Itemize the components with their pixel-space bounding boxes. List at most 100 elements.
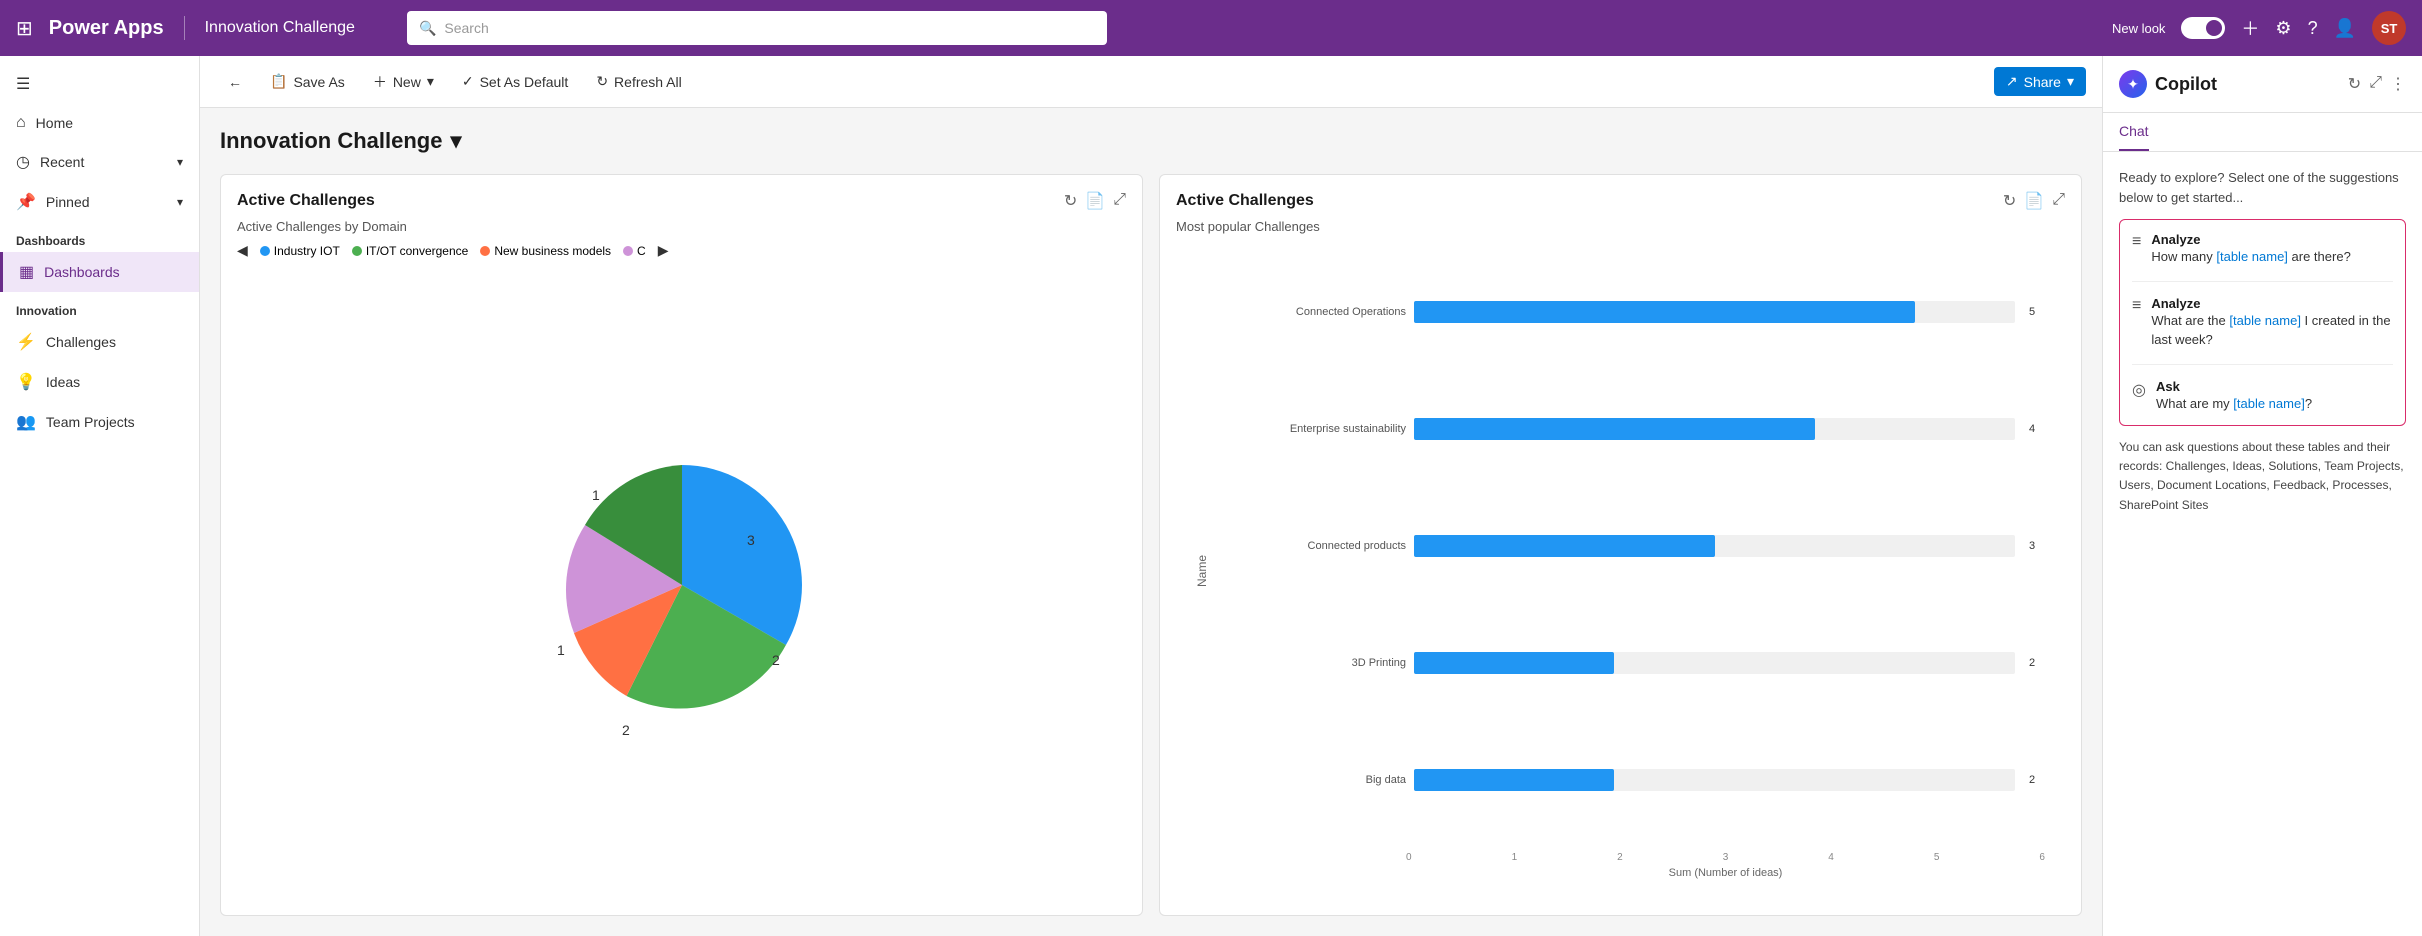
svg-text:3: 3 — [747, 532, 755, 548]
copilot-refresh-icon[interactable]: ↻ — [2348, 74, 2361, 94]
sidebar-item-dashboards[interactable]: ▦ Dashboards — [0, 252, 199, 292]
suggestion-link-1[interactable]: [table name] — [2229, 313, 2301, 328]
sidebar-home-label: Home — [36, 115, 73, 131]
bar-track-3 — [1414, 652, 2015, 674]
bar-fill-2 — [1414, 535, 1715, 557]
bar-value-3: 2 — [2029, 657, 2045, 669]
x-tick-2: 2 — [1617, 852, 1623, 863]
suggestion-title-1: Analyze — [2151, 296, 2393, 311]
suggestion-link-2[interactable]: [table name] — [2233, 396, 2305, 411]
legend-label-2: New business models — [494, 244, 611, 258]
pinned-chevron: ▾ — [177, 195, 183, 209]
suggestion-text-0: How many [table name] are there? — [2151, 247, 2393, 267]
legend-dot-3 — [623, 246, 633, 256]
legend-dot-0 — [260, 246, 270, 256]
dashboard-row: Active Challenges ↻ 📄 ⤢ Active Challenge… — [220, 174, 2082, 916]
back-icon: ← — [228, 74, 242, 90]
copilot-intro-text: Ready to explore? Select one of the sugg… — [2119, 168, 2406, 207]
save-as-button[interactable]: 📋 Save As — [258, 67, 357, 96]
sidebar-ideas-label: Ideas — [46, 374, 80, 390]
chart1-export-icon[interactable]: 📄 — [1085, 191, 1105, 211]
page-title-chevron[interactable]: ▾ — [450, 128, 461, 154]
grid-icon[interactable]: ⊞ — [16, 16, 33, 41]
sidebar-item-recent[interactable]: ◷ Recent ▾ — [0, 142, 199, 182]
nav-page-title: Innovation Challenge — [205, 19, 355, 37]
sidebar-item-challenges[interactable]: ⚡ Challenges — [0, 322, 199, 362]
main-layout: ☰ ⌂ Home ◷ Recent ▾ 📌 Pinned ▾ Dashboard… — [0, 56, 2422, 936]
svg-text:1: 1 — [557, 642, 565, 658]
plus-icon[interactable]: ＋ — [2241, 15, 2259, 41]
plus-new-icon: ＋ — [373, 72, 387, 92]
new-button[interactable]: ＋ New ▾ — [361, 66, 446, 98]
set-as-default-button[interactable]: ✓ Set As Default — [450, 67, 580, 96]
copilot-menu-icon[interactable]: ⋮ — [2390, 74, 2406, 94]
sidebar-collapse[interactable]: ☰ — [0, 64, 199, 104]
suggestion-1: ≡ Analyze What are the [table name] I cr… — [2132, 296, 2393, 350]
suggestion-text-1: What are the [table name] I created in t… — [2151, 311, 2393, 350]
ideas-icon: 💡 — [16, 372, 36, 392]
chart2-expand-icon[interactable]: ⤢ — [2052, 191, 2065, 211]
chart2-title: Active Challenges — [1176, 192, 1314, 210]
x-tick-6: 6 — [2039, 852, 2045, 863]
legend-label-0: Industry IOT — [274, 244, 340, 258]
sidebar-team-projects-label: Team Projects — [46, 414, 135, 430]
suggestion-link-0[interactable]: [table name] — [2216, 249, 2288, 264]
chart1-expand-icon[interactable]: ⤢ — [1113, 191, 1126, 211]
legend-prev-btn[interactable]: ◀ — [237, 242, 248, 259]
chart2-export-icon[interactable]: 📄 — [2024, 191, 2044, 211]
pie-container: 3 2 2 1 1 — [237, 271, 1126, 899]
suggestion-title-0: Analyze — [2151, 232, 2393, 247]
copilot-header-icons: ↻ ⤢ ⋮ — [2348, 74, 2406, 94]
bar-label-4: Big data — [1246, 774, 1406, 786]
new-look-toggle[interactable] — [2181, 17, 2225, 39]
sidebar-item-pinned[interactable]: 📌 Pinned ▾ — [0, 182, 199, 222]
chart-card-bar: Active Challenges ↻ 📄 ⤢ Most popular Cha… — [1159, 174, 2082, 916]
content-area: ← 📋 Save As ＋ New ▾ ✓ Set As Default ↻ R… — [200, 56, 2102, 936]
share-button[interactable]: ↗ Share ▾ — [1994, 67, 2086, 96]
avatar[interactable]: ST — [2372, 11, 2406, 45]
sidebar-item-home[interactable]: ⌂ Home — [0, 104, 199, 142]
x-tick-4: 4 — [1828, 852, 1834, 863]
suggestion-0: ≡ Analyze How many [table name] are ther… — [2132, 232, 2393, 267]
suggestion-divider-1 — [2132, 281, 2393, 282]
top-nav: ⊞ Power Apps Innovation Challenge 🔍 Sear… — [0, 0, 2422, 56]
nav-divider — [184, 16, 185, 40]
sidebar-item-ideas[interactable]: 💡 Ideas — [0, 362, 199, 402]
chart1-refresh-icon[interactable]: ↻ — [1064, 191, 1077, 211]
new-look-label: New look — [2112, 21, 2165, 36]
legend-dot-1 — [352, 246, 362, 256]
legend-next-btn[interactable]: ▶ — [658, 242, 669, 259]
page-content: Innovation Challenge ▾ Active Challenges… — [200, 108, 2102, 936]
suggestion-content-1: Analyze What are the [table name] I crea… — [2151, 296, 2393, 350]
legend-item-3: C — [623, 244, 646, 258]
copilot-tab-chat[interactable]: Chat — [2119, 113, 2149, 151]
x-axis-ticks: 0 1 2 3 4 5 6 Sum (Number of ideas) — [1196, 848, 2045, 879]
back-button[interactable]: ← — [216, 68, 254, 96]
suggestion-title-2: Ask — [2156, 379, 2393, 394]
copilot-expand-icon[interactable]: ⤢ — [2369, 74, 2382, 94]
chart2-refresh-icon[interactable]: ↻ — [2003, 191, 2016, 211]
avatar-initials: ST — [2381, 21, 2398, 36]
refresh-all-button[interactable]: ↻ Refresh All — [584, 67, 693, 96]
toolbar: ← 📋 Save As ＋ New ▾ ✓ Set As Default ↻ R… — [200, 56, 2102, 108]
y-axis-label: Name — [1195, 554, 1209, 586]
help-icon[interactable]: ? — [2308, 18, 2318, 39]
sidebar-item-team-projects[interactable]: 👥 Team Projects — [0, 402, 199, 442]
recent-icon: ◷ — [16, 152, 30, 172]
pinned-icon: 📌 — [16, 192, 36, 212]
chart1-legend: ◀ Industry IOT IT/OT convergence New bus… — [237, 242, 1126, 259]
people-icon[interactable]: 👤 — [2334, 18, 2356, 39]
bar-track-2 — [1414, 535, 2015, 557]
chart1-title: Active Challenges — [237, 192, 375, 210]
chart1-header: Active Challenges ↻ 📄 ⤢ — [237, 191, 1126, 211]
suggestion-2: ◎ Ask What are my [table name]? — [2132, 379, 2393, 414]
search-bar[interactable]: 🔍 Search — [407, 11, 1107, 45]
suggestions-card[interactable]: ≡ Analyze How many [table name] are ther… — [2119, 219, 2406, 426]
bar-value-0: 5 — [2029, 306, 2045, 318]
copilot-header: ✦ Copilot ↻ ⤢ ⋮ — [2103, 56, 2422, 113]
bar-fill-1 — [1414, 418, 1815, 440]
check-icon: ✓ — [462, 73, 474, 90]
page-heading: Innovation Challenge ▾ — [220, 128, 2082, 154]
svg-text:2: 2 — [622, 722, 630, 735]
settings-icon[interactable]: ⚙ — [2275, 18, 2291, 39]
